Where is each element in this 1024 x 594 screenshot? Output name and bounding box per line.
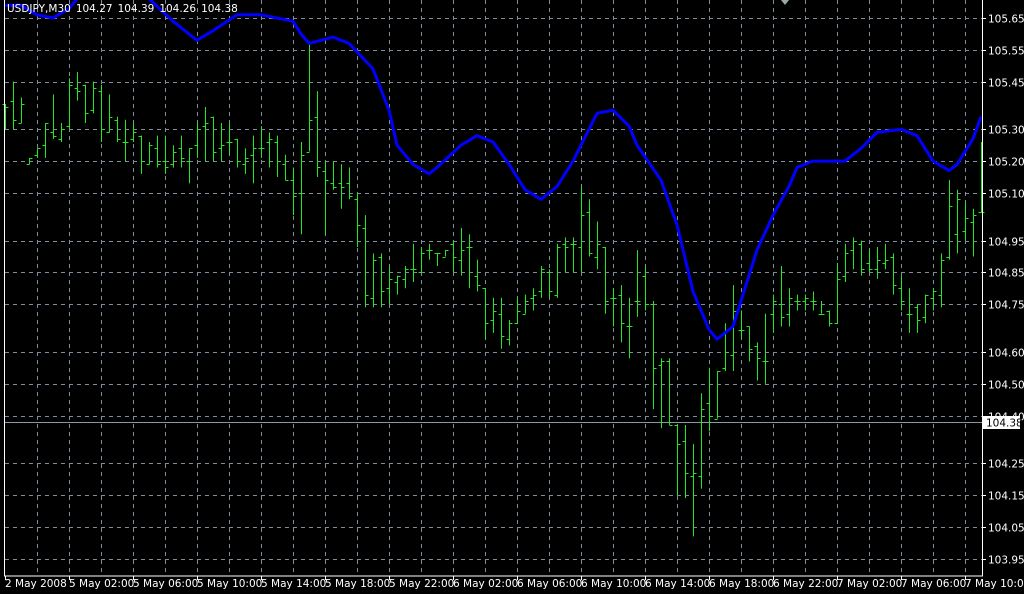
time-tick-label: 5 May 02:00	[69, 578, 134, 590]
price-chart[interactable]: 105.65 105.55 105.45 105.30 105.20 105.10 104.…	[0, 0, 1024, 594]
price-tick-label: 103.95	[988, 555, 1024, 567]
low-value: 104.26	[159, 3, 197, 15]
chart-header: USDJPY,M30 104.27 104.39 104.26 104.38	[7, 3, 243, 15]
price-tick-label: 104.50	[988, 380, 1024, 392]
price-tick-label: 105.20	[988, 157, 1024, 169]
time-tick-label: 7 May 06:00	[901, 578, 966, 590]
price-tick-label: 104.60	[988, 348, 1024, 360]
time-axis[interactable]: 2 May 2008 5 May 02:005 May 06:005 May 10…	[5, 576, 1024, 590]
current-price-badge: 104.38	[983, 416, 1023, 430]
price-tick-label: 105.45	[988, 78, 1024, 90]
price-tick-label: 104.95	[988, 237, 1024, 249]
time-tick-label: 5 May 14:00	[261, 578, 326, 590]
price-tick-label: 104.25	[988, 459, 1024, 471]
price-tick-label: 104.15	[988, 491, 1024, 503]
time-tick-label: 5 May 10:00	[197, 578, 262, 590]
time-tick-label: 6 May 02:00	[453, 578, 518, 590]
current-price-label: 104.38	[986, 418, 1023, 430]
price-tick-label: 104.05	[988, 523, 1024, 535]
price-tick-label: 104.75	[988, 300, 1024, 312]
time-tick-label: 5 May 18:00	[325, 578, 390, 590]
open-value: 104.27	[75, 3, 113, 15]
time-tick-label: 5 May 22:00	[389, 578, 454, 590]
time-tick-label: 6 May 22:00	[773, 578, 838, 590]
price-tick-label: 104.85	[988, 268, 1024, 280]
time-tick-label: 6 May 14:00	[645, 578, 710, 590]
time-tick-label: 5 May 06:00	[133, 578, 198, 590]
time-tick-label: 6 May 10:00	[581, 578, 646, 590]
close-value: 104.38	[201, 3, 238, 15]
time-tick-label: 7 May 10:00	[965, 578, 1024, 590]
price-tick-label: 105.10	[988, 189, 1024, 201]
high-value: 104.39	[117, 3, 155, 15]
time-tick-label: 2 May 2008	[5, 578, 67, 590]
price-tick-label: 105.30	[988, 125, 1024, 137]
price-tick-label: 105.55	[988, 46, 1024, 58]
chart-background	[0, 0, 1024, 594]
time-tick-label: 6 May 18:00	[709, 578, 774, 590]
symbol-label: USDJPY,M30	[7, 3, 71, 15]
time-tick-label: 7 May 02:00	[837, 578, 902, 590]
time-tick-label: 6 May 06:00	[517, 578, 582, 590]
price-tick-label: 105.65	[988, 14, 1024, 26]
